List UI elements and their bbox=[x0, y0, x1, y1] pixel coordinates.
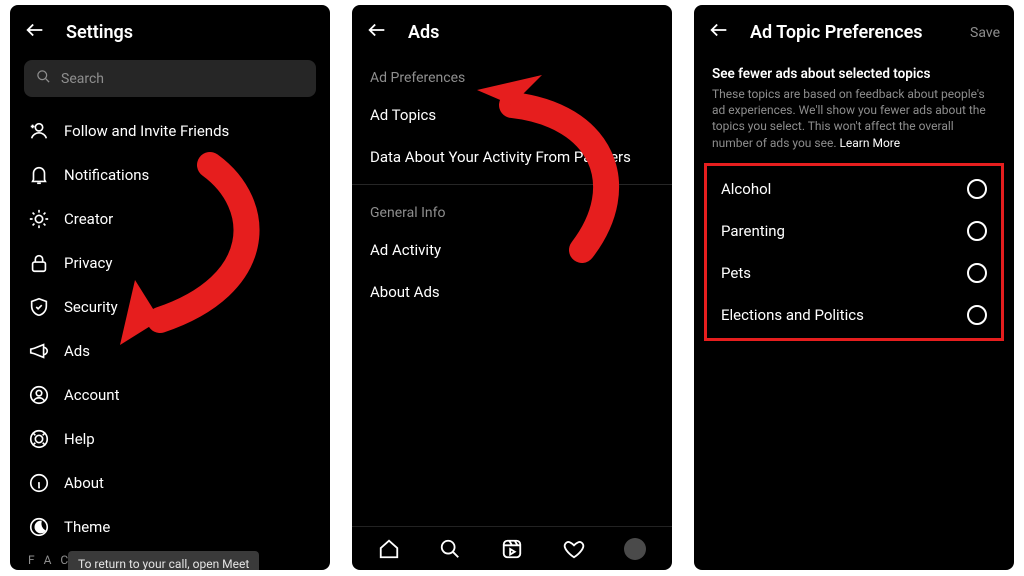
header: Ads bbox=[352, 5, 672, 56]
reels-icon[interactable] bbox=[500, 537, 524, 561]
radio-unchecked-icon[interactable] bbox=[967, 263, 987, 283]
menu-item-about[interactable]: About bbox=[10, 461, 330, 505]
row-data-activity-partners[interactable]: Data About Your Activity From Partners bbox=[352, 136, 672, 178]
menu-item-notifications[interactable]: Notifications bbox=[10, 153, 330, 197]
topic-parenting[interactable]: Parenting bbox=[707, 210, 1001, 252]
info-icon bbox=[28, 472, 50, 494]
menu-label: Notifications bbox=[64, 166, 149, 184]
learn-more-link[interactable]: Learn More bbox=[839, 136, 900, 150]
menu-item-creator[interactable]: Creator bbox=[10, 197, 330, 241]
topic-alcohol[interactable]: Alcohol bbox=[707, 168, 1001, 210]
save-button[interactable]: Save bbox=[970, 25, 1000, 41]
search-icon bbox=[36, 69, 51, 88]
menu-label: Help bbox=[64, 430, 95, 448]
menu-item-follow-invite[interactable]: Follow and Invite Friends bbox=[10, 109, 330, 153]
radio-unchecked-icon[interactable] bbox=[967, 179, 987, 199]
page-title: Ad Topic Preferences bbox=[750, 22, 923, 43]
megaphone-icon bbox=[28, 340, 50, 362]
creator-icon bbox=[28, 208, 50, 230]
profile-avatar[interactable] bbox=[623, 537, 647, 561]
page-title: Settings bbox=[66, 22, 133, 43]
menu-item-theme[interactable]: Theme bbox=[10, 505, 330, 549]
search-input[interactable]: Search bbox=[24, 60, 316, 97]
row-ad-topics[interactable]: Ad Topics bbox=[352, 94, 672, 136]
description-title: See fewer ads about selected topics bbox=[712, 66, 996, 82]
menu-label: Creator bbox=[64, 210, 113, 228]
radio-unchecked-icon[interactable] bbox=[967, 221, 987, 241]
bell-icon bbox=[28, 164, 50, 186]
heart-icon[interactable] bbox=[562, 537, 586, 561]
meet-toast[interactable]: To return to your call, open Meet bbox=[68, 551, 259, 570]
menu-label: Privacy bbox=[64, 254, 112, 272]
add-user-icon bbox=[28, 120, 50, 142]
topic-label: Pets bbox=[721, 264, 751, 282]
radio-unchecked-icon[interactable] bbox=[967, 305, 987, 325]
row-about-ads[interactable]: About Ads bbox=[352, 271, 672, 313]
divider bbox=[352, 184, 672, 185]
help-icon bbox=[28, 428, 50, 450]
theme-icon bbox=[28, 516, 50, 538]
header: Settings bbox=[10, 5, 330, 56]
account-icon bbox=[28, 384, 50, 406]
footer-section: To return to your call, open Meet F A C … bbox=[10, 553, 330, 570]
bottom-nav bbox=[352, 526, 672, 570]
page-title: Ads bbox=[408, 22, 439, 43]
section-general-info: General Info bbox=[352, 191, 672, 229]
header: Ad Topic Preferences Save bbox=[694, 5, 1014, 56]
settings-menu: Follow and Invite Friends Notifications … bbox=[10, 105, 330, 553]
topic-label: Elections and Politics bbox=[721, 306, 864, 324]
search-nav-icon[interactable] bbox=[438, 537, 462, 561]
menu-label: Ads bbox=[64, 342, 90, 360]
phone-screen-ad-topics: Ad Topic Preferences Save See fewer ads … bbox=[694, 5, 1014, 570]
phone-screen-settings: Settings Search Follow and Invite Friend… bbox=[10, 5, 330, 570]
phone-screen-ads: Ads Ad Preferences Ad Topics Data About … bbox=[352, 5, 672, 570]
menu-item-security[interactable]: Security bbox=[10, 285, 330, 329]
topic-list-highlighted: Alcohol Parenting Pets Elections and Pol… bbox=[704, 163, 1004, 341]
menu-label: Account bbox=[64, 386, 120, 404]
menu-label: Security bbox=[64, 298, 118, 316]
lock-icon bbox=[28, 252, 50, 274]
topic-elections-politics[interactable]: Elections and Politics bbox=[707, 294, 1001, 336]
menu-label: Follow and Invite Friends bbox=[64, 122, 229, 140]
back-icon[interactable] bbox=[366, 19, 388, 46]
menu-item-privacy[interactable]: Privacy bbox=[10, 241, 330, 285]
home-icon[interactable] bbox=[377, 537, 401, 561]
back-icon[interactable] bbox=[24, 19, 46, 46]
menu-label: About bbox=[64, 474, 104, 492]
topic-pets[interactable]: Pets bbox=[707, 252, 1001, 294]
menu-item-ads[interactable]: Ads bbox=[10, 329, 330, 373]
search-placeholder: Search bbox=[61, 71, 104, 87]
topic-label: Alcohol bbox=[721, 180, 771, 198]
menu-item-help[interactable]: Help bbox=[10, 417, 330, 461]
menu-item-account[interactable]: Account bbox=[10, 373, 330, 417]
topic-label: Parenting bbox=[721, 222, 785, 240]
section-ad-preferences: Ad Preferences bbox=[352, 56, 672, 94]
back-icon[interactable] bbox=[708, 19, 730, 46]
row-ad-activity[interactable]: Ad Activity bbox=[352, 229, 672, 271]
shield-icon bbox=[28, 296, 50, 318]
description-block: See fewer ads about selected topics Thes… bbox=[694, 56, 1014, 157]
description-body: These topics are based on feedback about… bbox=[712, 86, 996, 151]
menu-label: Theme bbox=[64, 518, 110, 536]
